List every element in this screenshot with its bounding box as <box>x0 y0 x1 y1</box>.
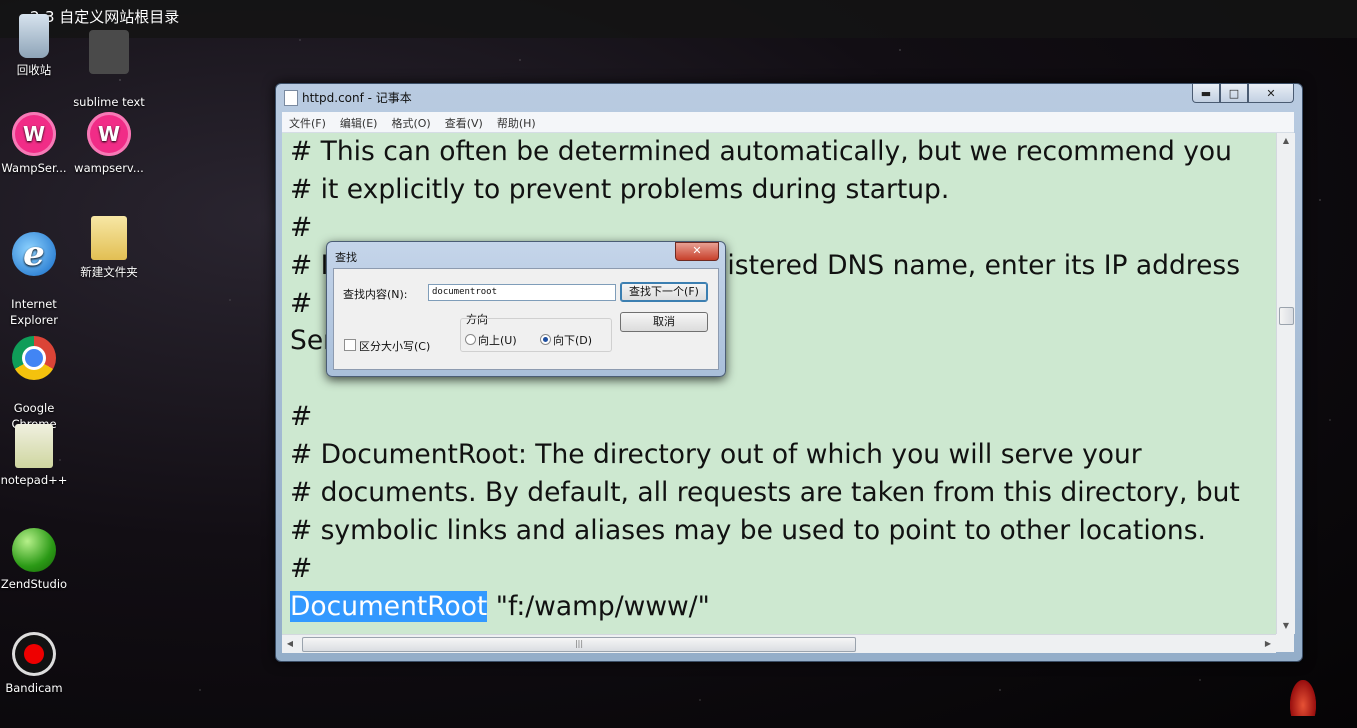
menu-bar: 文件(F) 编辑(E) 格式(O) 查看(V) 帮助(H) <box>282 112 1294 133</box>
text-line: # <box>290 552 313 584</box>
scroll-left-arrow-icon[interactable]: ◀ <box>282 635 298 653</box>
vertical-scroll-thumb[interactable] <box>1279 307 1294 325</box>
window-title-bar[interactable]: httpd.conf - 记事本 ▬ □ ✕ <box>276 84 1302 110</box>
text-editor[interactable]: # This can often be determined automatic… <box>282 133 1276 634</box>
horizontal-scrollbar[interactable]: ◀ ||| ▶ <box>282 634 1276 653</box>
recycle-bin-icon <box>19 14 49 58</box>
desktop-icon-label: 回收站 <box>16 63 52 77</box>
maximize-button[interactable]: □ <box>1220 84 1248 103</box>
notepad-plus-plus-icon <box>15 424 53 468</box>
match-case-label[interactable]: 区分大小写(C) <box>359 338 430 354</box>
desktop-icon-label: WampSer... <box>1 161 67 175</box>
desktop-icon-wampserver[interactable]: W WampSer... <box>0 112 74 176</box>
text-line: # it explicitly to prevent problems duri… <box>290 173 950 205</box>
text-line: # DocumentRoot: The directory out of whi… <box>290 439 1142 471</box>
watermark-flame-icon <box>1290 680 1316 716</box>
sublime-text-icon <box>89 30 129 74</box>
desktop-icon-label: ZendStudio <box>0 577 68 591</box>
desktop-icon-bandicam[interactable]: Bandicam <box>0 632 74 696</box>
cancel-button[interactable]: 取消 <box>620 312 708 332</box>
match-case-checkbox[interactable] <box>344 339 356 351</box>
menu-view[interactable]: 查看(V) <box>438 112 490 132</box>
desktop-icon-label: wampserv... <box>74 161 144 175</box>
text-line: # documents. By default, all requests ar… <box>290 477 1240 509</box>
direction-up-radio[interactable] <box>465 334 476 345</box>
scrollbar-corner <box>1276 634 1294 652</box>
wampserver-icon: W <box>87 112 131 156</box>
scroll-down-arrow-icon[interactable]: ▼ <box>1277 618 1295 634</box>
find-dialog-close-button[interactable]: ✕ <box>675 242 719 261</box>
direction-up-label[interactable]: 向上(U) <box>478 332 517 348</box>
scroll-up-arrow-icon[interactable]: ▲ <box>1277 133 1295 149</box>
video-title-bar: 2-3 自定义网站根目录 <box>0 0 1357 38</box>
internet-explorer-icon: e <box>12 232 56 276</box>
horizontal-scroll-thumb[interactable]: ||| <box>302 637 856 652</box>
menu-help[interactable]: 帮助(H) <box>490 112 543 132</box>
find-dialog: 查找 ✕ 查找内容(N): documentroot 查找下一个(F) 取消 方… <box>326 241 726 377</box>
zend-studio-icon <box>12 528 56 572</box>
menu-file[interactable]: 文件(F) <box>282 112 333 132</box>
window-title: httpd.conf - 记事本 <box>302 91 412 105</box>
desktop-icon-label: notepad++ <box>0 473 68 487</box>
text-line: # <box>290 401 313 433</box>
close-button[interactable]: ✕ <box>1248 84 1294 103</box>
vertical-scrollbar[interactable]: ▲ ▼ <box>1276 133 1295 634</box>
wampserver-icon: W <box>12 112 56 156</box>
chrome-icon <box>12 336 56 380</box>
menu-edit[interactable]: 编辑(E) <box>333 112 385 132</box>
folder-icon <box>91 216 127 260</box>
text-line: # symbolic links and aliases may be used… <box>290 514 1206 546</box>
desktop-icon-label: 新建文件夹 <box>80 265 138 279</box>
desktop-icon-notepad-plus-plus[interactable]: notepad++ <box>0 424 74 488</box>
direction-down-radio[interactable] <box>540 334 551 345</box>
desktop-icon-label: Bandicam <box>5 681 63 695</box>
desktop-icon-new-folder[interactable]: 新建文件夹 <box>69 216 149 280</box>
window-controls: ▬ □ ✕ <box>1192 84 1294 103</box>
minimize-button[interactable]: ▬ <box>1192 84 1220 103</box>
notepad-app-icon <box>284 90 298 106</box>
find-what-input[interactable]: documentroot <box>428 284 616 301</box>
find-dialog-body: 查找内容(N): documentroot 查找下一个(F) 取消 方向 向上(… <box>333 268 719 370</box>
bandicam-icon <box>12 632 56 676</box>
menu-format[interactable]: 格式(O) <box>384 112 437 132</box>
desktop-icon-recycle-bin[interactable]: 回收站 <box>0 14 74 78</box>
search-highlight: DocumentRoot <box>290 590 488 622</box>
desktop-icon-zend-studio[interactable]: ZendStudio <box>0 528 74 592</box>
find-dialog-title: 查找 <box>335 251 357 264</box>
find-next-button[interactable]: 查找下一个(F) <box>620 282 708 302</box>
find-what-label: 查找内容(N): <box>343 288 408 301</box>
text-line: # This can often be determined automatic… <box>290 136 1232 167</box>
desktop-icon-wampserver-2[interactable]: W wampserv... <box>69 112 149 176</box>
text-line-document-root: DocumentRoot "f:/wamp/www/" <box>282 588 1276 626</box>
direction-down-label[interactable]: 向下(D) <box>553 332 592 348</box>
document-root-value: "f:/wamp/www/" <box>487 590 710 622</box>
scroll-right-arrow-icon[interactable]: ▶ <box>1260 635 1276 653</box>
